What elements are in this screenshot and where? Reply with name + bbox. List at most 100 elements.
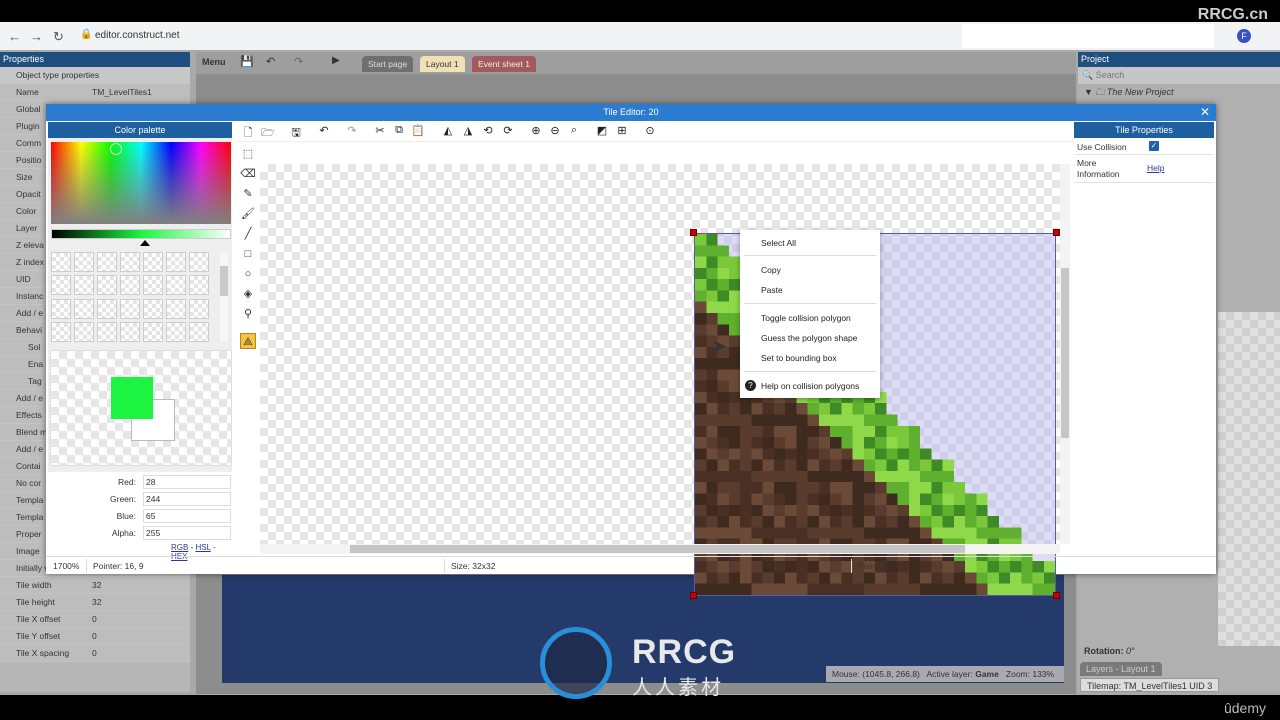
color-swatch[interactable]: [143, 275, 163, 296]
grid-icon[interactable]: ⊞: [614, 124, 630, 137]
brush-icon[interactable]: 🖌: [240, 206, 256, 222]
property-row[interactable]: Tile X spacing 0: [0, 645, 190, 662]
luminance-slider[interactable]: [51, 229, 231, 239]
menu-item-copy[interactable]: Copy: [761, 265, 781, 275]
horizontal-scrollbar[interactable]: [260, 544, 1060, 554]
line-icon[interactable]: ╱: [240, 226, 256, 242]
color-swatch[interactable]: [97, 275, 117, 296]
flip-horizontal-icon[interactable]: ◭: [440, 124, 456, 137]
menu-item-help-collision[interactable]: Help on collision polygons: [761, 381, 859, 391]
color-swatch[interactable]: [51, 298, 71, 319]
close-icon[interactable]: ✕: [1200, 104, 1210, 121]
preview-icon[interactable]: ⊙: [642, 124, 658, 137]
menu-item-select-all[interactable]: Select All: [761, 238, 796, 248]
color-swatch[interactable]: [166, 298, 186, 319]
property-row[interactable]: Tile width 32: [0, 577, 190, 594]
color-swatch[interactable]: [143, 298, 163, 319]
copy-icon[interactable]: ⧉: [391, 124, 407, 137]
redo-icon[interactable]: ↷: [294, 55, 303, 68]
rect-select-icon[interactable]: ⬚: [240, 146, 256, 162]
section-header[interactable]: Object type properties: [0, 67, 190, 84]
rgb-mode-link[interactable]: RGB: [171, 543, 188, 552]
color-swatch[interactable]: [51, 321, 71, 342]
foreground-color-swatch[interactable]: [111, 377, 153, 419]
property-row[interactable]: Tile height 32: [0, 594, 190, 611]
save-icon[interactable]: 🖫: [288, 124, 304, 143]
alpha-input[interactable]: 255: [143, 526, 231, 540]
help-link[interactable]: Help: [1147, 163, 1164, 173]
swatch-scrollbar[interactable]: [220, 252, 228, 342]
pencil-icon[interactable]: ✎: [240, 186, 256, 202]
cut-icon[interactable]: ✂: [372, 124, 388, 137]
color-swatch[interactable]: [120, 275, 140, 296]
play-icon[interactable]: ▶: [332, 55, 340, 66]
color-swatch[interactable]: [166, 252, 186, 272]
tileset-preview[interactable]: [1218, 312, 1280, 646]
property-row[interactable]: Name TM_LevelTiles1: [0, 84, 190, 101]
property-row[interactable]: Tile Y offset 0: [0, 628, 190, 645]
zoom-in-icon[interactable]: ⊕: [528, 124, 544, 137]
color-picker-handle[interactable]: [110, 143, 122, 155]
tile-canvas[interactable]: ➤: [260, 164, 1060, 599]
color-swatch[interactable]: [97, 321, 117, 342]
color-swatch[interactable]: [74, 298, 94, 319]
eraser-icon[interactable]: ⌫: [240, 166, 256, 182]
color-swatch[interactable]: [143, 252, 163, 272]
background-toggle-icon[interactable]: ◩: [594, 124, 610, 137]
project-search-input[interactable]: Search: [1096, 70, 1125, 80]
profile-avatar[interactable]: F: [1237, 29, 1251, 43]
color-swatch[interactable]: [166, 275, 186, 296]
color-swatch[interactable]: [120, 321, 140, 342]
color-swatch[interactable]: [97, 252, 117, 272]
save-icon[interactable]: 💾: [240, 55, 254, 68]
menu-button[interactable]: Menu: [202, 57, 226, 67]
red-input[interactable]: 28: [143, 475, 231, 489]
hue-spectrum[interactable]: [51, 142, 231, 224]
flip-vertical-icon[interactable]: ◮: [460, 124, 476, 137]
property-row[interactable]: Tile X offset 0: [0, 611, 190, 628]
vertical-scrollbar[interactable]: [1060, 164, 1070, 544]
tab-layers[interactable]: Layers - Layout 1: [1080, 662, 1162, 676]
color-swatch[interactable]: [74, 252, 94, 272]
undo-icon[interactable]: ↶: [316, 124, 332, 137]
color-swatch[interactable]: [189, 321, 209, 342]
ellipse-icon[interactable]: ○: [240, 266, 256, 282]
color-swatch[interactable]: [189, 275, 209, 296]
tab-layout-1[interactable]: Layout 1: [420, 56, 465, 72]
tab-tilemap[interactable]: Tilemap: TM_LevelTiles1 UID 3: [1080, 678, 1220, 692]
color-swatch[interactable]: [51, 252, 71, 272]
zoom-out-icon[interactable]: ⊖: [547, 124, 563, 137]
hsl-mode-link[interactable]: HSL: [195, 543, 210, 552]
blue-input[interactable]: 65: [143, 509, 231, 523]
use-collision-checkbox[interactable]: ✓: [1149, 141, 1159, 151]
color-swatch[interactable]: [189, 298, 209, 319]
polygon-point[interactable]: [1053, 229, 1060, 236]
zoom-reset-icon[interactable]: ⌕: [566, 124, 582, 137]
menu-item-bounding-box[interactable]: Set to bounding box: [761, 353, 837, 363]
menu-item-paste[interactable]: Paste: [761, 285, 783, 295]
color-picker-icon[interactable]: ⚲: [240, 306, 256, 322]
color-swatch[interactable]: [97, 298, 117, 319]
address-bar[interactable]: editor.construct.net: [95, 30, 180, 41]
color-swatch[interactable]: [74, 321, 94, 342]
luminance-slider-handle[interactable]: [140, 240, 150, 246]
tab-start-page[interactable]: Start page: [362, 56, 414, 72]
color-swatch[interactable]: [51, 275, 71, 296]
forward-icon[interactable]: →: [30, 29, 43, 44]
rotate-ccw-icon[interactable]: ⟲: [480, 124, 496, 137]
menu-item-toggle-collision[interactable]: Toggle collision polygon: [761, 313, 851, 323]
back-icon[interactable]: ←: [8, 29, 21, 44]
menu-item-guess-polygon[interactable]: Guess the polygon shape: [761, 333, 857, 343]
reload-icon[interactable]: ↻: [53, 29, 64, 45]
tab-event-sheet-1[interactable]: Event sheet 1: [472, 56, 536, 72]
color-swatch[interactable]: [120, 252, 140, 272]
new-icon[interactable]: 🗋: [240, 124, 256, 143]
paste-icon[interactable]: 📋: [410, 124, 426, 137]
redo-icon[interactable]: ↷: [344, 124, 360, 137]
rectangle-icon[interactable]: □: [240, 246, 256, 262]
polygon-point[interactable]: [690, 592, 697, 599]
collision-polygon-icon[interactable]: ⟁: [240, 333, 256, 349]
polygon-point[interactable]: [1053, 592, 1060, 599]
green-input[interactable]: 244: [143, 492, 231, 506]
color-swatch[interactable]: [74, 275, 94, 296]
